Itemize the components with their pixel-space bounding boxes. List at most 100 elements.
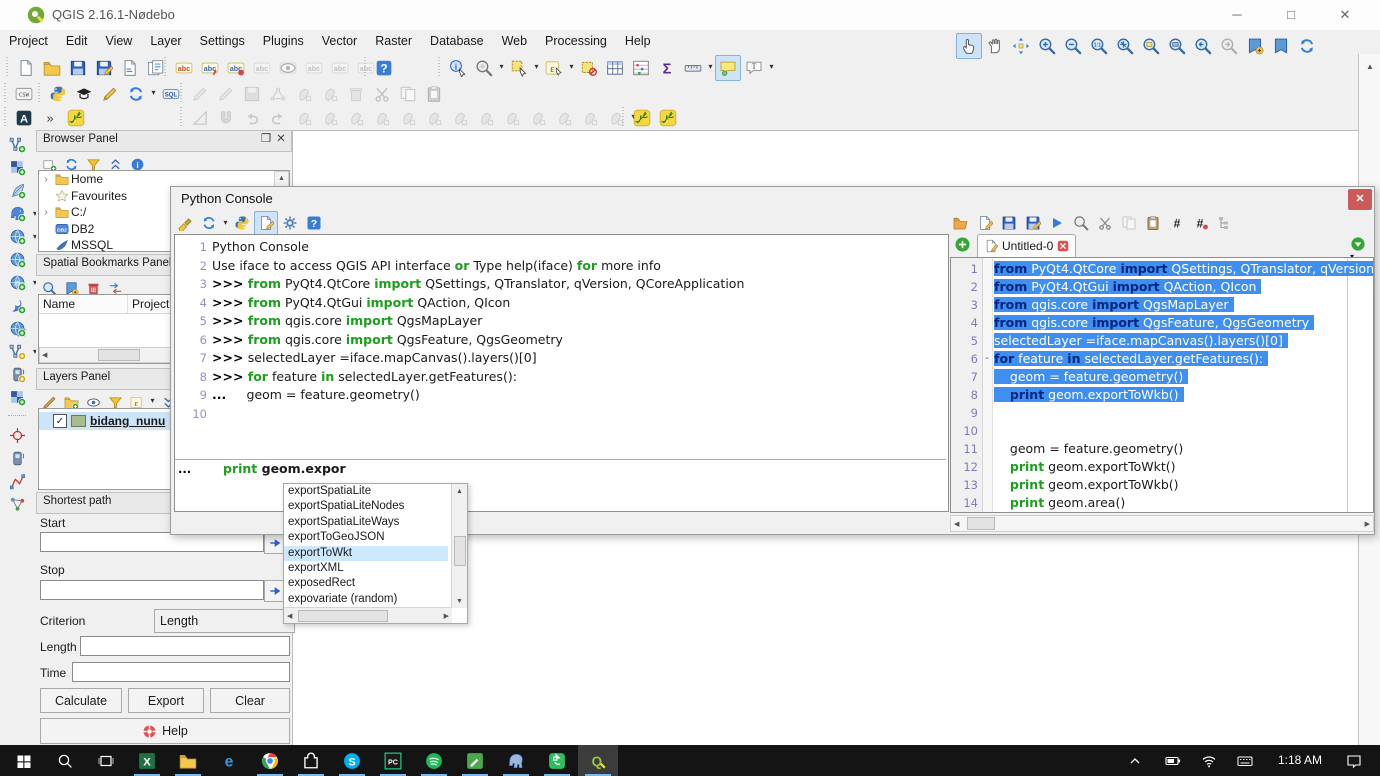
label-settings-icon[interactable]: abc [223, 55, 249, 81]
toolbar-grip[interactable] [437, 57, 442, 77]
clear-button[interactable]: Clear [210, 688, 290, 713]
taskbar-skype-icon[interactable]: S [332, 745, 372, 776]
zoom-full-icon[interactable] [1112, 33, 1138, 59]
code-editor[interactable]: 1from PyQt4.QtCore import QSettings, QTr… [950, 257, 1374, 513]
measure-dropdown-arrow[interactable]: ▾ [706, 55, 715, 79]
save-script-as-icon[interactable] [1021, 211, 1045, 235]
taskbar-spotify-icon[interactable] [414, 745, 454, 776]
open-project-icon[interactable] [39, 55, 65, 81]
new-bookmark-icon[interactable] [1242, 33, 1268, 59]
close-window-button[interactable]: ✕ [1322, 0, 1368, 30]
tray-tray-expand-icon[interactable] [1118, 745, 1152, 776]
new-gpx-layer-icon[interactable] [3, 362, 31, 387]
console-options-icon[interactable] [278, 211, 302, 235]
scroll-up-arrow[interactable]: ▲ [1365, 62, 1375, 71]
menu-settings[interactable]: Settings [191, 30, 254, 54]
zoom-last-icon[interactable] [1190, 33, 1216, 59]
uncomment-code-icon[interactable]: # [1189, 211, 1213, 235]
add-wms-layer-icon[interactable] [3, 293, 31, 318]
run-script-icon[interactable] [1045, 211, 1069, 235]
autocomplete-item-exportXML[interactable]: exportXML [284, 561, 448, 576]
comment-code-icon[interactable]: # [1165, 211, 1189, 235]
maximize-button[interactable]: □ [1268, 0, 1314, 30]
column-header-name[interactable]: Name [39, 295, 128, 313]
map-tips-icon[interactable] [715, 55, 741, 81]
measure-icon[interactable] [680, 55, 706, 81]
help-contents-icon[interactable]: ? [371, 55, 397, 81]
close-tab-icon[interactable] [1057, 240, 1069, 252]
scroll-left-arrow[interactable]: ◀ [287, 612, 292, 620]
new-composer-icon[interactable] [117, 55, 143, 81]
tray-keyboard-icon[interactable] [1228, 745, 1262, 776]
taskbar-qgis-icon[interactable]: Q [578, 745, 618, 776]
zoom-to-selection-icon[interactable] [1138, 33, 1164, 59]
python-plugin-icon[interactable] [45, 81, 71, 107]
autocomplete-vscrollbar[interactable]: ▲ ▼ [451, 484, 467, 608]
start-input[interactable] [40, 532, 264, 552]
split-parts-icon[interactable] [551, 105, 577, 131]
fern-plugin-icon[interactable] [63, 105, 89, 131]
select-by-expression-icon[interactable]: ε [541, 55, 567, 81]
taskbar-search-icon[interactable] [45, 745, 85, 776]
label-rotate-icon[interactable]: abc [327, 55, 353, 81]
statistics-icon[interactable]: Σ [654, 55, 680, 81]
label-pin-icon[interactable]: abc [197, 55, 223, 81]
close-panel-icon[interactable]: ✕ [274, 133, 288, 147]
select-features-dropdown-arrow[interactable]: ▾ [532, 55, 541, 79]
pan-map-icon[interactable] [982, 33, 1008, 59]
object-inspector-icon[interactable] [1213, 211, 1237, 235]
split-features-icon[interactable] [525, 105, 551, 131]
text-annotation-dropdown-arrow[interactable]: ▾ [767, 55, 776, 79]
road-graph-icon[interactable] [3, 469, 31, 494]
copy-features-icon[interactable] [395, 81, 421, 107]
undo-icon[interactable] [239, 105, 265, 131]
refresh-map-icon[interactable] [1294, 33, 1320, 59]
taskbar-pycharm-icon[interactable]: PC [373, 745, 413, 776]
label-highlight-icon[interactable]: abc [249, 55, 275, 81]
save-edits-icon[interactable] [239, 81, 265, 107]
label-abc-icon[interactable]: abc [171, 55, 197, 81]
float-panel-icon[interactable]: ❐ [259, 133, 273, 147]
autocomplete-item-exportToGeoJSON[interactable]: exportToGeoJSON [284, 530, 448, 545]
menu-processing[interactable]: Processing [536, 30, 616, 54]
merge-features-icon[interactable] [577, 105, 603, 131]
delete-part-icon[interactable] [447, 105, 473, 131]
layer-item-bidang_nunu[interactable]: ✓bidang_nunu [39, 412, 183, 430]
taskbar-start-icon[interactable] [4, 745, 44, 776]
console-help-icon[interactable]: ? [302, 211, 326, 235]
taskbar-notes-app-icon[interactable] [455, 745, 495, 776]
zoom-next-icon[interactable] [1216, 33, 1242, 59]
gps-information-icon[interactable] [3, 446, 31, 471]
taskbar-file-explorer-icon[interactable] [168, 745, 208, 776]
close-console-button[interactable]: ✕ [1348, 189, 1372, 210]
feature-action-dropdown-arrow[interactable]: ▾ [497, 55, 506, 79]
clear-console-icon[interactable] [173, 211, 197, 235]
toolbar-grip[interactable] [3, 107, 8, 127]
cut-text-icon[interactable] [1093, 211, 1117, 235]
move-feature-icon[interactable] [317, 81, 343, 107]
zoom-in-icon[interactable] [1034, 33, 1060, 59]
clock[interactable]: 1:18 AM [1278, 753, 1322, 767]
label-show-hide-icon[interactable]: abc [275, 55, 301, 81]
menu-project[interactable]: Project [0, 30, 57, 54]
scroll-right-arrow[interactable]: ▶ [1365, 520, 1370, 528]
add-wfs-layer-icon[interactable] [3, 339, 31, 364]
scrollbar-thumb[interactable] [98, 349, 140, 361]
taskbar-windows-store-icon[interactable] [291, 745, 331, 776]
tab-untitled-0[interactable]: Untitled-0 [977, 234, 1076, 257]
delete-ring-icon[interactable] [421, 105, 447, 131]
layer-checkbox[interactable]: ✓ [53, 414, 67, 428]
console-output-pane[interactable]: 1Python Console2Use iface to access QGIS… [174, 234, 949, 512]
menu-help[interactable]: Help [616, 30, 660, 54]
python-console-titlebar[interactable]: Python Console ✕ [171, 187, 1374, 211]
open-in-external-editor-icon[interactable] [973, 211, 997, 235]
sketch-plugin-icon[interactable] [97, 81, 123, 107]
toolbar-grip[interactable] [179, 107, 184, 127]
new-project-icon[interactable] [13, 55, 39, 81]
save-project-as-icon[interactable] [91, 55, 117, 81]
autocomplete-hscrollbar[interactable]: ◀ ▶ [284, 607, 452, 623]
touch-icon[interactable] [956, 33, 982, 59]
coordinate-capture-icon[interactable] [3, 423, 31, 448]
metasearch-icon[interactable]: A [11, 105, 37, 131]
scroll-left-arrow[interactable]: ◀ [954, 520, 959, 528]
